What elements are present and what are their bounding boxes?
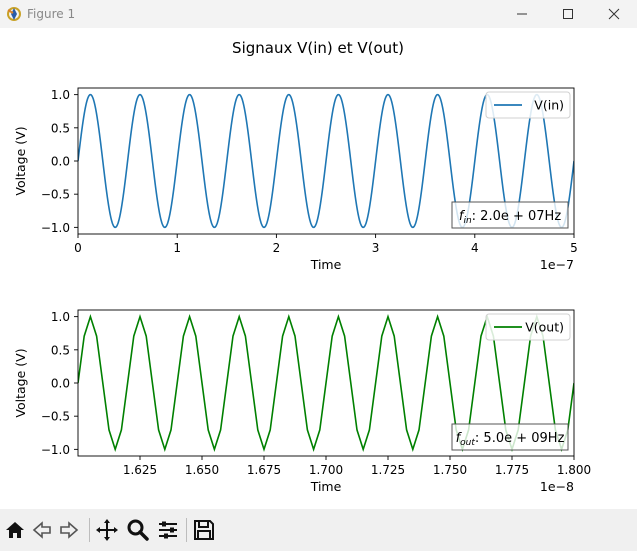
x-tick-label: 1.800 <box>557 463 591 477</box>
x-tick-label: 1.775 <box>495 463 529 477</box>
x-tick-label: 1.625 <box>123 463 157 477</box>
maximize-icon <box>563 9 573 19</box>
forward-arrow-icon <box>60 521 79 539</box>
legend-label: V(out) <box>525 320 564 335</box>
toolbar-separator <box>186 518 187 542</box>
legend-label: V(in) <box>534 98 564 113</box>
y-tick-label: 0.0 <box>51 155 70 169</box>
y-tick-label: −0.5 <box>41 188 70 202</box>
x-tick-label: 1 <box>173 241 181 255</box>
maximize-button[interactable] <box>545 0 591 28</box>
y-axis-label: Voltage (V) <box>13 348 28 417</box>
back-arrow-icon <box>32 521 51 539</box>
y-tick-label: −1.0 <box>41 221 70 235</box>
y-tick-label: 0.5 <box>51 343 70 357</box>
x-tick-label: 5 <box>570 241 578 255</box>
x-tick-label: 1.750 <box>433 463 467 477</box>
x-tick-label: 0 <box>74 241 82 255</box>
figure-svg: Signaux V(in) et V(out) 0 1 2 3 4 5 1.0 0.5 0.0 −… <box>13 39 591 494</box>
minimize-icon <box>517 13 527 15</box>
x-tick-label: 1.650 <box>185 463 219 477</box>
frequency-annotation: fin: 2.0e + 07Hz <box>459 209 561 226</box>
y-tick-label: 0.0 <box>51 377 70 391</box>
back-button[interactable] <box>29 517 55 543</box>
y-tick-label: 1.0 <box>51 310 70 324</box>
x-tick-label: 4 <box>471 241 479 255</box>
configure-subplots-button[interactable] <box>155 517 181 543</box>
window-title: Figure 1 <box>27 7 76 21</box>
y-tick-label: 1.0 <box>51 88 70 102</box>
x-tick-label: 1.725 <box>371 463 405 477</box>
x-offset-label: 1e−8 <box>540 479 574 494</box>
x-tick-label: 2 <box>273 241 281 255</box>
figure-suptitle: Signaux V(in) et V(out) <box>232 39 404 57</box>
navigation-toolbar <box>0 509 637 551</box>
save-icon <box>194 520 214 540</box>
window-titlebar: Figure 1 <box>0 0 637 28</box>
toolbar-separator <box>89 518 90 542</box>
save-button[interactable] <box>191 517 217 543</box>
vin-subplot: 0 1 2 3 4 5 1.0 0.5 0.0 −0.5 −1.0 Time Voltage (V) 1e… <box>13 87 578 272</box>
pan-icon <box>96 519 118 541</box>
forward-button[interactable] <box>56 517 82 543</box>
x-axis-label: Time <box>310 257 342 272</box>
pan-button[interactable] <box>94 517 120 543</box>
figure-canvas[interactable]: Signaux V(in) et V(out) 0 1 2 3 4 5 1.0 0.5 0.0 −… <box>0 28 637 509</box>
zoom-button[interactable] <box>125 517 151 543</box>
x-tick-label: 1.700 <box>309 463 343 477</box>
home-icon <box>6 522 24 538</box>
close-icon <box>608 8 620 20</box>
y-tick-label: −1.0 <box>41 443 70 457</box>
x-tick-label: 1.675 <box>247 463 281 477</box>
y-tick-label: −0.5 <box>41 410 70 424</box>
x-tick-label: 3 <box>372 241 380 255</box>
zoom-icon <box>127 519 149 541</box>
x-axis-label: Time <box>310 479 342 494</box>
configure-subplots-icon <box>159 521 177 539</box>
x-offset-label: 1e−7 <box>540 257 574 272</box>
minimize-button[interactable] <box>499 0 545 28</box>
vout-subplot: 1.625 1.650 1.675 1.700 1.725 1.750 1.775 1.800… <box>13 309 591 494</box>
y-axis-label: Voltage (V) <box>13 126 28 195</box>
close-button[interactable] <box>591 0 637 28</box>
home-button[interactable] <box>2 517 28 543</box>
y-tick-label: 0.5 <box>51 121 70 135</box>
matplotlib-icon <box>7 7 21 21</box>
